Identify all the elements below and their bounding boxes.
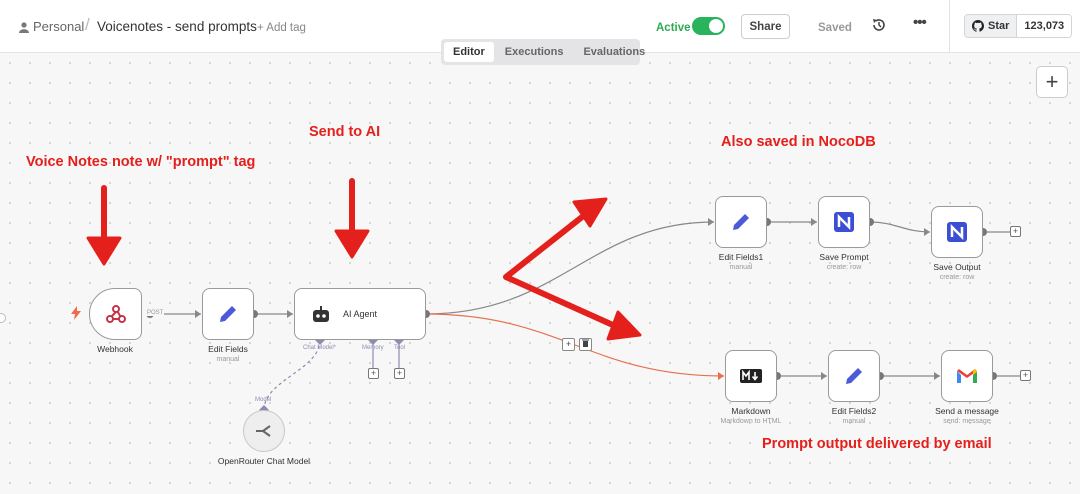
model-port-label: Model	[255, 397, 272, 403]
edit-fields-subtitle: manual	[216, 356, 240, 363]
lightning-icon	[71, 306, 81, 320]
edit-fields1-node[interactable]	[715, 196, 767, 248]
save-output-subtitle: create: row	[939, 274, 975, 281]
webhook-icon	[105, 305, 126, 323]
workflow-name[interactable]: Voicenotes - send prompts	[97, 19, 257, 35]
markdown-icon	[740, 369, 762, 383]
edit-fields-label: Edit Fields	[208, 344, 248, 354]
annotation-voice-notes: Voice Notes note w/ "prompt" tag	[26, 154, 256, 170]
github-icon	[972, 20, 984, 32]
breadcrumb-workspace: Personal	[33, 19, 85, 34]
github-star-label: Star	[988, 20, 1010, 32]
tab-editor[interactable]: Editor	[444, 42, 494, 62]
nocodb-icon	[834, 212, 854, 232]
save-output-node[interactable]	[931, 206, 983, 258]
openrouter-label: OpenRouter Chat Model	[217, 456, 311, 466]
divider	[949, 0, 950, 53]
save-prompt-node[interactable]	[818, 196, 870, 248]
github-star-button[interactable]: Star 123,073	[964, 14, 1073, 38]
github-star-count: 123,073	[1017, 15, 1072, 37]
save-prompt-label: Save Prompt	[819, 252, 869, 262]
saved-status: Saved	[818, 22, 852, 34]
view-tabs: Editor Executions Evaluations	[441, 39, 645, 65]
robot-icon	[313, 306, 329, 322]
add-after-save-output-button[interactable]: +	[1010, 226, 1021, 237]
edit-fields2-node[interactable]	[828, 350, 880, 402]
send-message-node[interactable]	[941, 350, 993, 402]
user-icon	[19, 21, 29, 33]
add-after-send-button[interactable]: +	[1020, 370, 1031, 381]
markdown-node[interactable]	[725, 350, 777, 402]
webhook-label: Webhook	[97, 344, 133, 354]
tab-evaluations[interactable]: Evaluations	[574, 42, 654, 62]
webhook-method: POST	[146, 310, 165, 316]
tool-port-label: Tool	[394, 345, 406, 351]
add-tag-button[interactable]: + Add tag	[257, 20, 306, 36]
save-output-label: Save Output	[933, 262, 981, 272]
chat-model-port-label: Chat Model*	[303, 345, 337, 351]
pencil-icon	[220, 306, 236, 322]
save-prompt-subtitle: create: row	[826, 264, 862, 271]
annotation-also-saved: Also saved in NocoDB	[721, 134, 876, 150]
edit-fields2-subtitle: manual	[842, 418, 866, 425]
ai-agent-label: AI Agent	[343, 309, 378, 319]
active-label: Active	[656, 22, 691, 34]
add-tool-button[interactable]: +	[394, 368, 405, 379]
share-button[interactable]: Share	[741, 14, 790, 39]
pencil-icon	[733, 214, 749, 230]
arrow-split	[503, 203, 627, 333]
edit-fields2-label: Edit Fields2	[831, 406, 877, 416]
annotation-send-to-ai: Send to AI	[309, 124, 381, 140]
nocodb-icon	[947, 222, 967, 242]
breadcrumb-personal[interactable]: Personal	[19, 19, 84, 35]
edge-delete-icon[interactable]	[579, 338, 592, 351]
webhook-node[interactable]	[89, 288, 142, 340]
send-message-subtitle: send: message	[943, 418, 991, 425]
pencil-icon	[846, 368, 862, 384]
openrouter-icon	[256, 425, 271, 437]
tab-executions[interactable]: Executions	[496, 42, 573, 62]
send-message-label: Send a message	[935, 406, 999, 416]
history-icon[interactable]	[871, 17, 887, 33]
more-options-icon[interactable]: •••	[913, 15, 927, 31]
openrouter-node[interactable]	[243, 410, 285, 452]
annotation-prompt-output: Prompt output delivered by email	[762, 436, 992, 452]
edge-add-button[interactable]: +	[562, 338, 575, 351]
memory-port-label: Memory	[362, 345, 384, 351]
ai-agent-node[interactable]: AI Agent	[294, 288, 426, 340]
gmail-icon	[957, 369, 977, 383]
add-node-button[interactable]: +	[1036, 66, 1068, 98]
breadcrumb-separator: /	[85, 15, 90, 34]
add-memory-button[interactable]: +	[368, 368, 379, 379]
edit-fields-node[interactable]	[202, 288, 254, 340]
active-toggle[interactable]	[692, 17, 725, 35]
